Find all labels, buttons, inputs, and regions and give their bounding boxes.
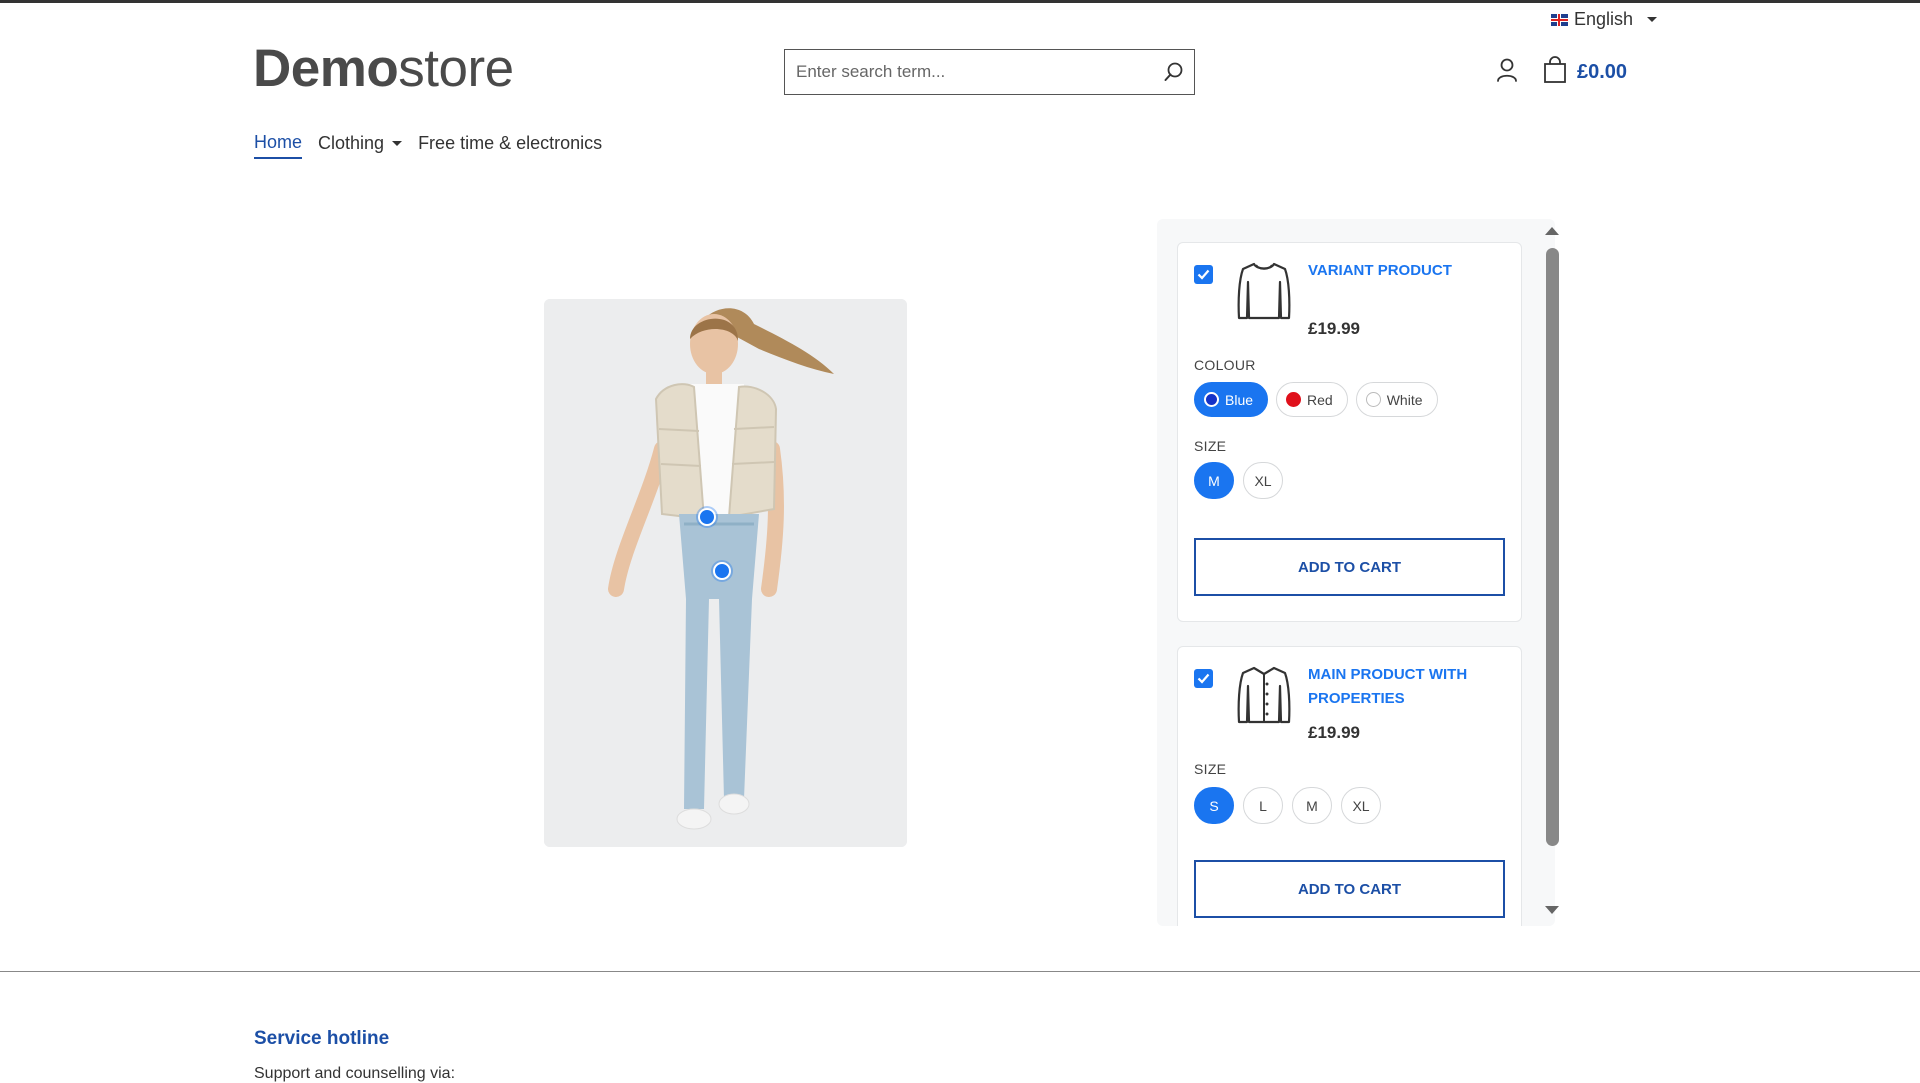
size-option-m[interactable]: M xyxy=(1194,462,1234,499)
colour-swatch xyxy=(1365,392,1381,407)
colour-option-label: Red xyxy=(1307,391,1333,408)
jacket-icon xyxy=(1234,663,1294,727)
search-bar xyxy=(784,49,1195,95)
product-name[interactable]: MAIN PRODUCT WITH PROPERTIES xyxy=(1308,663,1498,711)
nav-item-clothing-label: Clothing xyxy=(318,133,385,153)
nav-item-clothing[interactable]: Clothing xyxy=(318,133,403,158)
size-option-m[interactable]: M xyxy=(1292,787,1332,824)
main-navigation: Home Clothing Free time & electronics xyxy=(254,132,602,159)
scroll-up-arrow-icon[interactable] xyxy=(1545,227,1559,235)
checkmark-icon xyxy=(1197,269,1210,280)
language-selector[interactable]: English xyxy=(1551,9,1658,30)
store-logo[interactable]: Demostore xyxy=(253,38,514,99)
product-price: £19.99 xyxy=(1308,723,1360,742)
logo-bold-text: Demo xyxy=(253,39,399,98)
footer-divider xyxy=(0,971,1920,972)
hotspot-main-product[interactable] xyxy=(713,562,731,580)
add-to-cart-button[interactable]: ADD TO CART xyxy=(1194,538,1505,596)
size-option-l[interactable]: L xyxy=(1243,787,1283,824)
colour-option-white[interactable]: White xyxy=(1355,382,1438,417)
colour-swatch xyxy=(1286,392,1302,407)
colour-swatch xyxy=(1204,392,1219,407)
add-to-cart-button[interactable]: ADD TO CART xyxy=(1194,860,1505,918)
user-icon xyxy=(1496,57,1518,88)
chevron-down-icon xyxy=(1647,17,1658,22)
logo-light-text: store xyxy=(398,39,514,98)
product-checkbox[interactable] xyxy=(1194,669,1213,688)
size-option-xl[interactable]: XL xyxy=(1341,787,1381,824)
colour-option-label: Blue xyxy=(1225,391,1254,408)
search-input[interactable] xyxy=(785,50,1154,94)
size-options: S L M XL xyxy=(1194,787,1381,824)
bag-icon xyxy=(1543,56,1567,89)
product-card: VARIANT PRODUCT £19.99 COLOUR Blue Red W… xyxy=(1177,242,1522,622)
service-hotline-heading: Service hotline xyxy=(254,1028,390,1049)
colour-label: COLOUR xyxy=(1194,357,1256,373)
size-options: M XL xyxy=(1194,462,1283,499)
checkmark-icon xyxy=(1197,673,1210,684)
size-option-s[interactable]: S xyxy=(1194,787,1234,824)
account-button[interactable] xyxy=(1494,58,1520,86)
search-icon[interactable] xyxy=(1154,50,1194,94)
colour-option-blue[interactable]: Blue xyxy=(1194,382,1269,417)
top-border xyxy=(0,0,1920,3)
product-price: £19.99 xyxy=(1308,319,1360,338)
longsleeve-shirt-icon xyxy=(1234,259,1294,323)
uk-flag-icon xyxy=(1551,13,1568,26)
shoppable-image xyxy=(544,299,907,847)
hotspot-product-panel: VARIANT PRODUCT £19.99 COLOUR Blue Red W… xyxy=(1157,219,1555,926)
scrollbar-thumb[interactable] xyxy=(1546,248,1559,846)
size-label: SIZE xyxy=(1194,438,1227,454)
colour-option-red[interactable]: Red xyxy=(1276,382,1348,417)
colour-options: Blue Red White xyxy=(1194,382,1438,417)
nav-item-home[interactable]: Home xyxy=(254,132,303,159)
product-name[interactable]: VARIANT PRODUCT xyxy=(1308,259,1498,283)
size-option-xl[interactable]: XL xyxy=(1243,462,1283,499)
cart-total: £0.00 xyxy=(1577,61,1628,83)
size-label: SIZE xyxy=(1194,761,1227,777)
colour-option-label: White xyxy=(1386,391,1423,408)
product-card: MAIN PRODUCT WITH PROPERTIES £19.99 SIZE… xyxy=(1177,646,1522,926)
cart-button[interactable]: £0.00 xyxy=(1543,56,1627,89)
language-label: English xyxy=(1574,9,1634,29)
chevron-down-icon xyxy=(392,141,403,146)
support-text: Support and counselling via: xyxy=(254,1065,456,1082)
hotspot-variant-product[interactable] xyxy=(698,508,716,526)
scroll-down-arrow-icon[interactable] xyxy=(1545,906,1559,914)
product-checkbox[interactable] xyxy=(1194,265,1213,284)
nav-item-free-time-electronics[interactable]: Free time & electronics xyxy=(418,133,602,158)
